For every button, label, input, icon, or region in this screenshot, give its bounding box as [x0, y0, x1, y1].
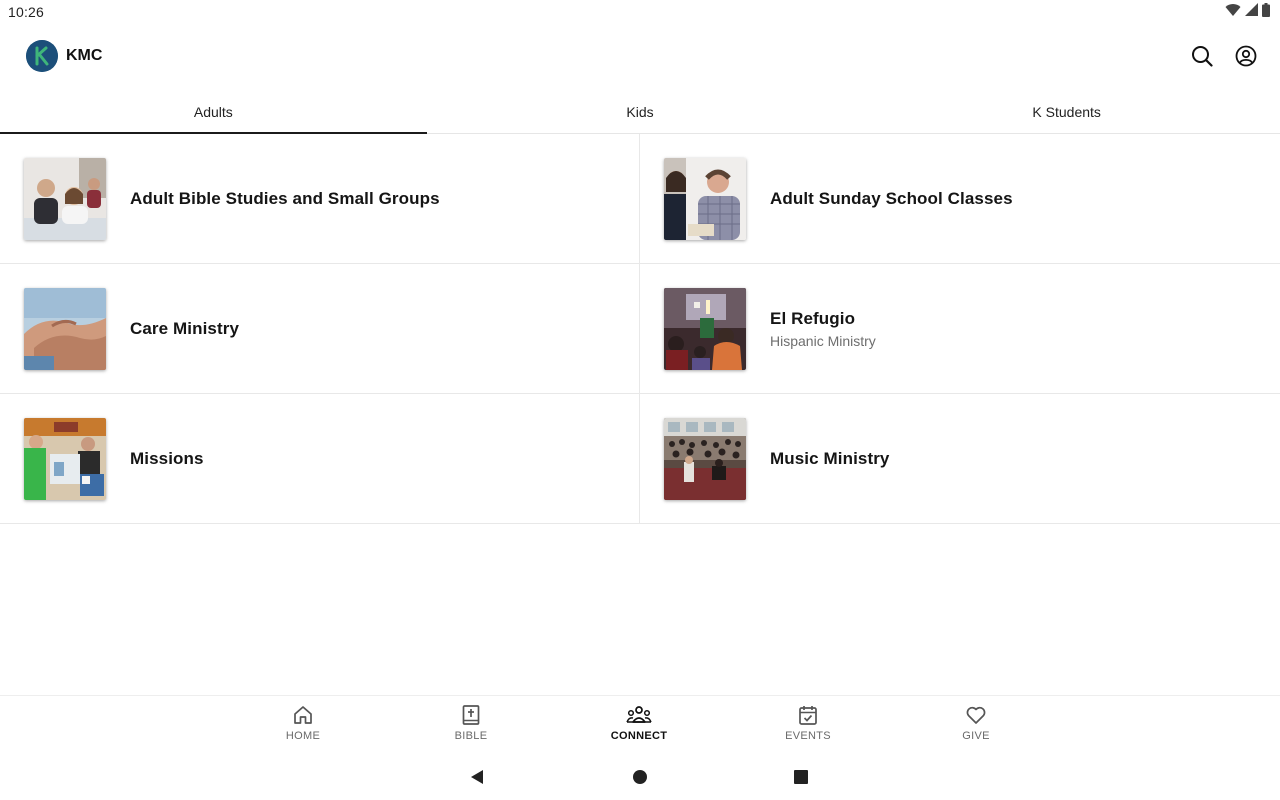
heart-icon: [966, 706, 986, 724]
list-item-adult-sunday-school[interactable]: Adult Sunday School Classes: [640, 134, 1280, 264]
list-item-missions[interactable]: Missions: [0, 394, 640, 524]
app-logo: [26, 40, 58, 72]
nav-label: GIVE: [962, 730, 990, 742]
nav-connect[interactable]: CONNECT: [589, 704, 689, 742]
system-back-button[interactable]: [467, 767, 487, 787]
item-subtitle: Hispanic Ministry: [770, 332, 876, 349]
list-item-care-ministry[interactable]: Care Ministry: [0, 264, 640, 394]
item-title: Music Ministry: [770, 448, 890, 468]
ministry-grid: Adult Bible Studies and Small Groups Adu…: [0, 134, 1280, 524]
tab-adults[interactable]: Adults: [0, 90, 427, 134]
system-navigation-bar: [0, 753, 1280, 800]
account-circle-icon: [1235, 45, 1257, 67]
item-title: Adult Bible Studies and Small Groups: [130, 188, 440, 208]
item-title: Care Ministry: [130, 318, 240, 338]
thumbnail-image: [664, 157, 746, 240]
list-item-adult-bible-studies[interactable]: Adult Bible Studies and Small Groups: [0, 134, 640, 264]
status-icons: [1225, 2, 1270, 22]
tab-kids[interactable]: Kids: [427, 90, 854, 133]
status-time: 10:26: [8, 4, 45, 20]
home-circle-icon: [633, 770, 647, 784]
battery-icon: [1262, 2, 1270, 22]
bible-icon: [462, 705, 480, 725]
list-item-music-ministry[interactable]: Music Ministry: [640, 394, 1280, 524]
bottom-navigation: HOME BIBLE CONNECT EVENTS GIVE: [0, 695, 1280, 753]
nav-label: EVENTS: [785, 730, 831, 742]
app-title: KMC: [66, 47, 103, 64]
home-icon: [294, 706, 312, 724]
thumbnail-image: [664, 417, 746, 500]
recents-square-icon: [794, 770, 808, 784]
tab-k-students[interactable]: K Students: [853, 90, 1280, 133]
wifi-icon: [1225, 3, 1241, 22]
nav-label: HOME: [285, 730, 321, 742]
list-item-el-refugio[interactable]: El Refugio Hispanic Ministry: [640, 264, 1280, 394]
search-button[interactable]: [1190, 44, 1214, 68]
nav-label: BIBLE: [454, 730, 488, 742]
search-icon: [1192, 46, 1213, 67]
nav-label: CONNECT: [610, 730, 668, 742]
item-title: Missions: [130, 448, 204, 468]
thumbnail-image: [24, 287, 106, 370]
tab-bar: Adults Kids K Students: [0, 90, 1280, 134]
thumbnail-image: [24, 417, 106, 500]
thumbnail-image: [664, 287, 746, 370]
item-title: Adult Sunday School Classes: [770, 188, 1013, 208]
thumbnail-image: [24, 157, 106, 240]
app-bar: KMC: [0, 24, 1280, 88]
item-title: El Refugio: [770, 308, 856, 328]
signal-icon: [1245, 3, 1258, 21]
calendar-check-icon: [799, 706, 817, 725]
system-home-button[interactable]: [630, 767, 650, 787]
nav-events[interactable]: EVENTS: [758, 704, 858, 742]
profile-button[interactable]: [1234, 44, 1258, 68]
nav-home[interactable]: HOME: [253, 704, 353, 742]
status-bar: 10:26: [0, 0, 1280, 24]
nav-bible[interactable]: BIBLE: [421, 704, 521, 742]
system-recents-button[interactable]: [791, 767, 811, 787]
people-icon: [626, 706, 652, 723]
nav-give[interactable]: GIVE: [926, 704, 1026, 742]
back-triangle-icon: [471, 770, 483, 784]
